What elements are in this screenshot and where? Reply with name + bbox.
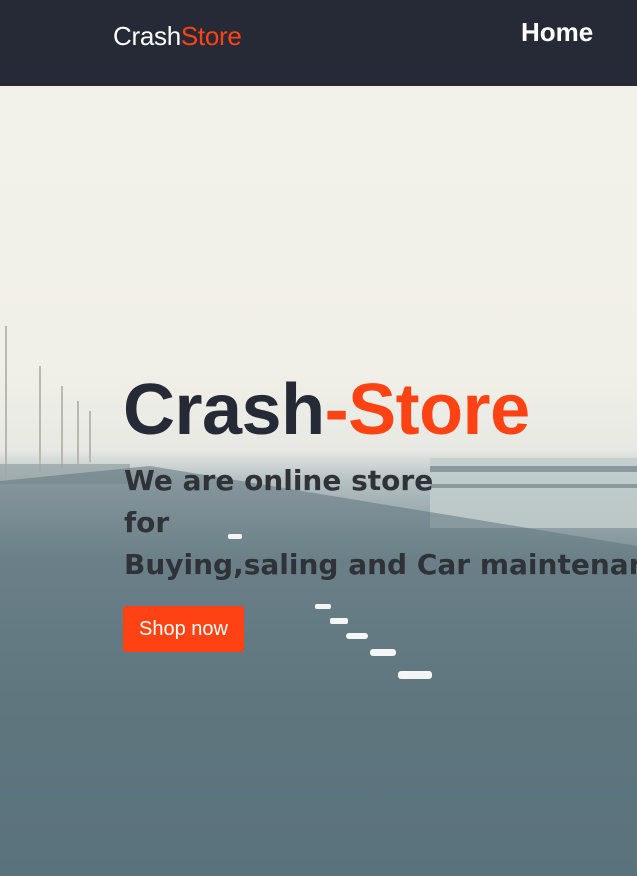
hero-title-crash: Crash <box>123 370 325 450</box>
hero-subtitle-line-1: We are online store <box>124 464 434 497</box>
brand-logo[interactable]: CrashStore <box>113 21 242 51</box>
hero-title-store: -Store <box>324 370 531 450</box>
brand-text-crash: Crash <box>113 21 181 51</box>
hero-subtitle-line-3: Buying,saling and Car maintenance <box>124 548 637 581</box>
brand-text-store: Store <box>180 21 242 51</box>
hero-section: Crash-Store We are online store for Buyi… <box>0 86 637 876</box>
nav-link-home[interactable]: Home <box>521 16 593 48</box>
navbar: CrashStore Home <box>0 0 637 86</box>
hero-title: Crash-Store <box>123 370 530 450</box>
shop-now-button[interactable]: Shop now <box>123 606 244 652</box>
hero-subtitle-line-2: for <box>124 506 170 539</box>
